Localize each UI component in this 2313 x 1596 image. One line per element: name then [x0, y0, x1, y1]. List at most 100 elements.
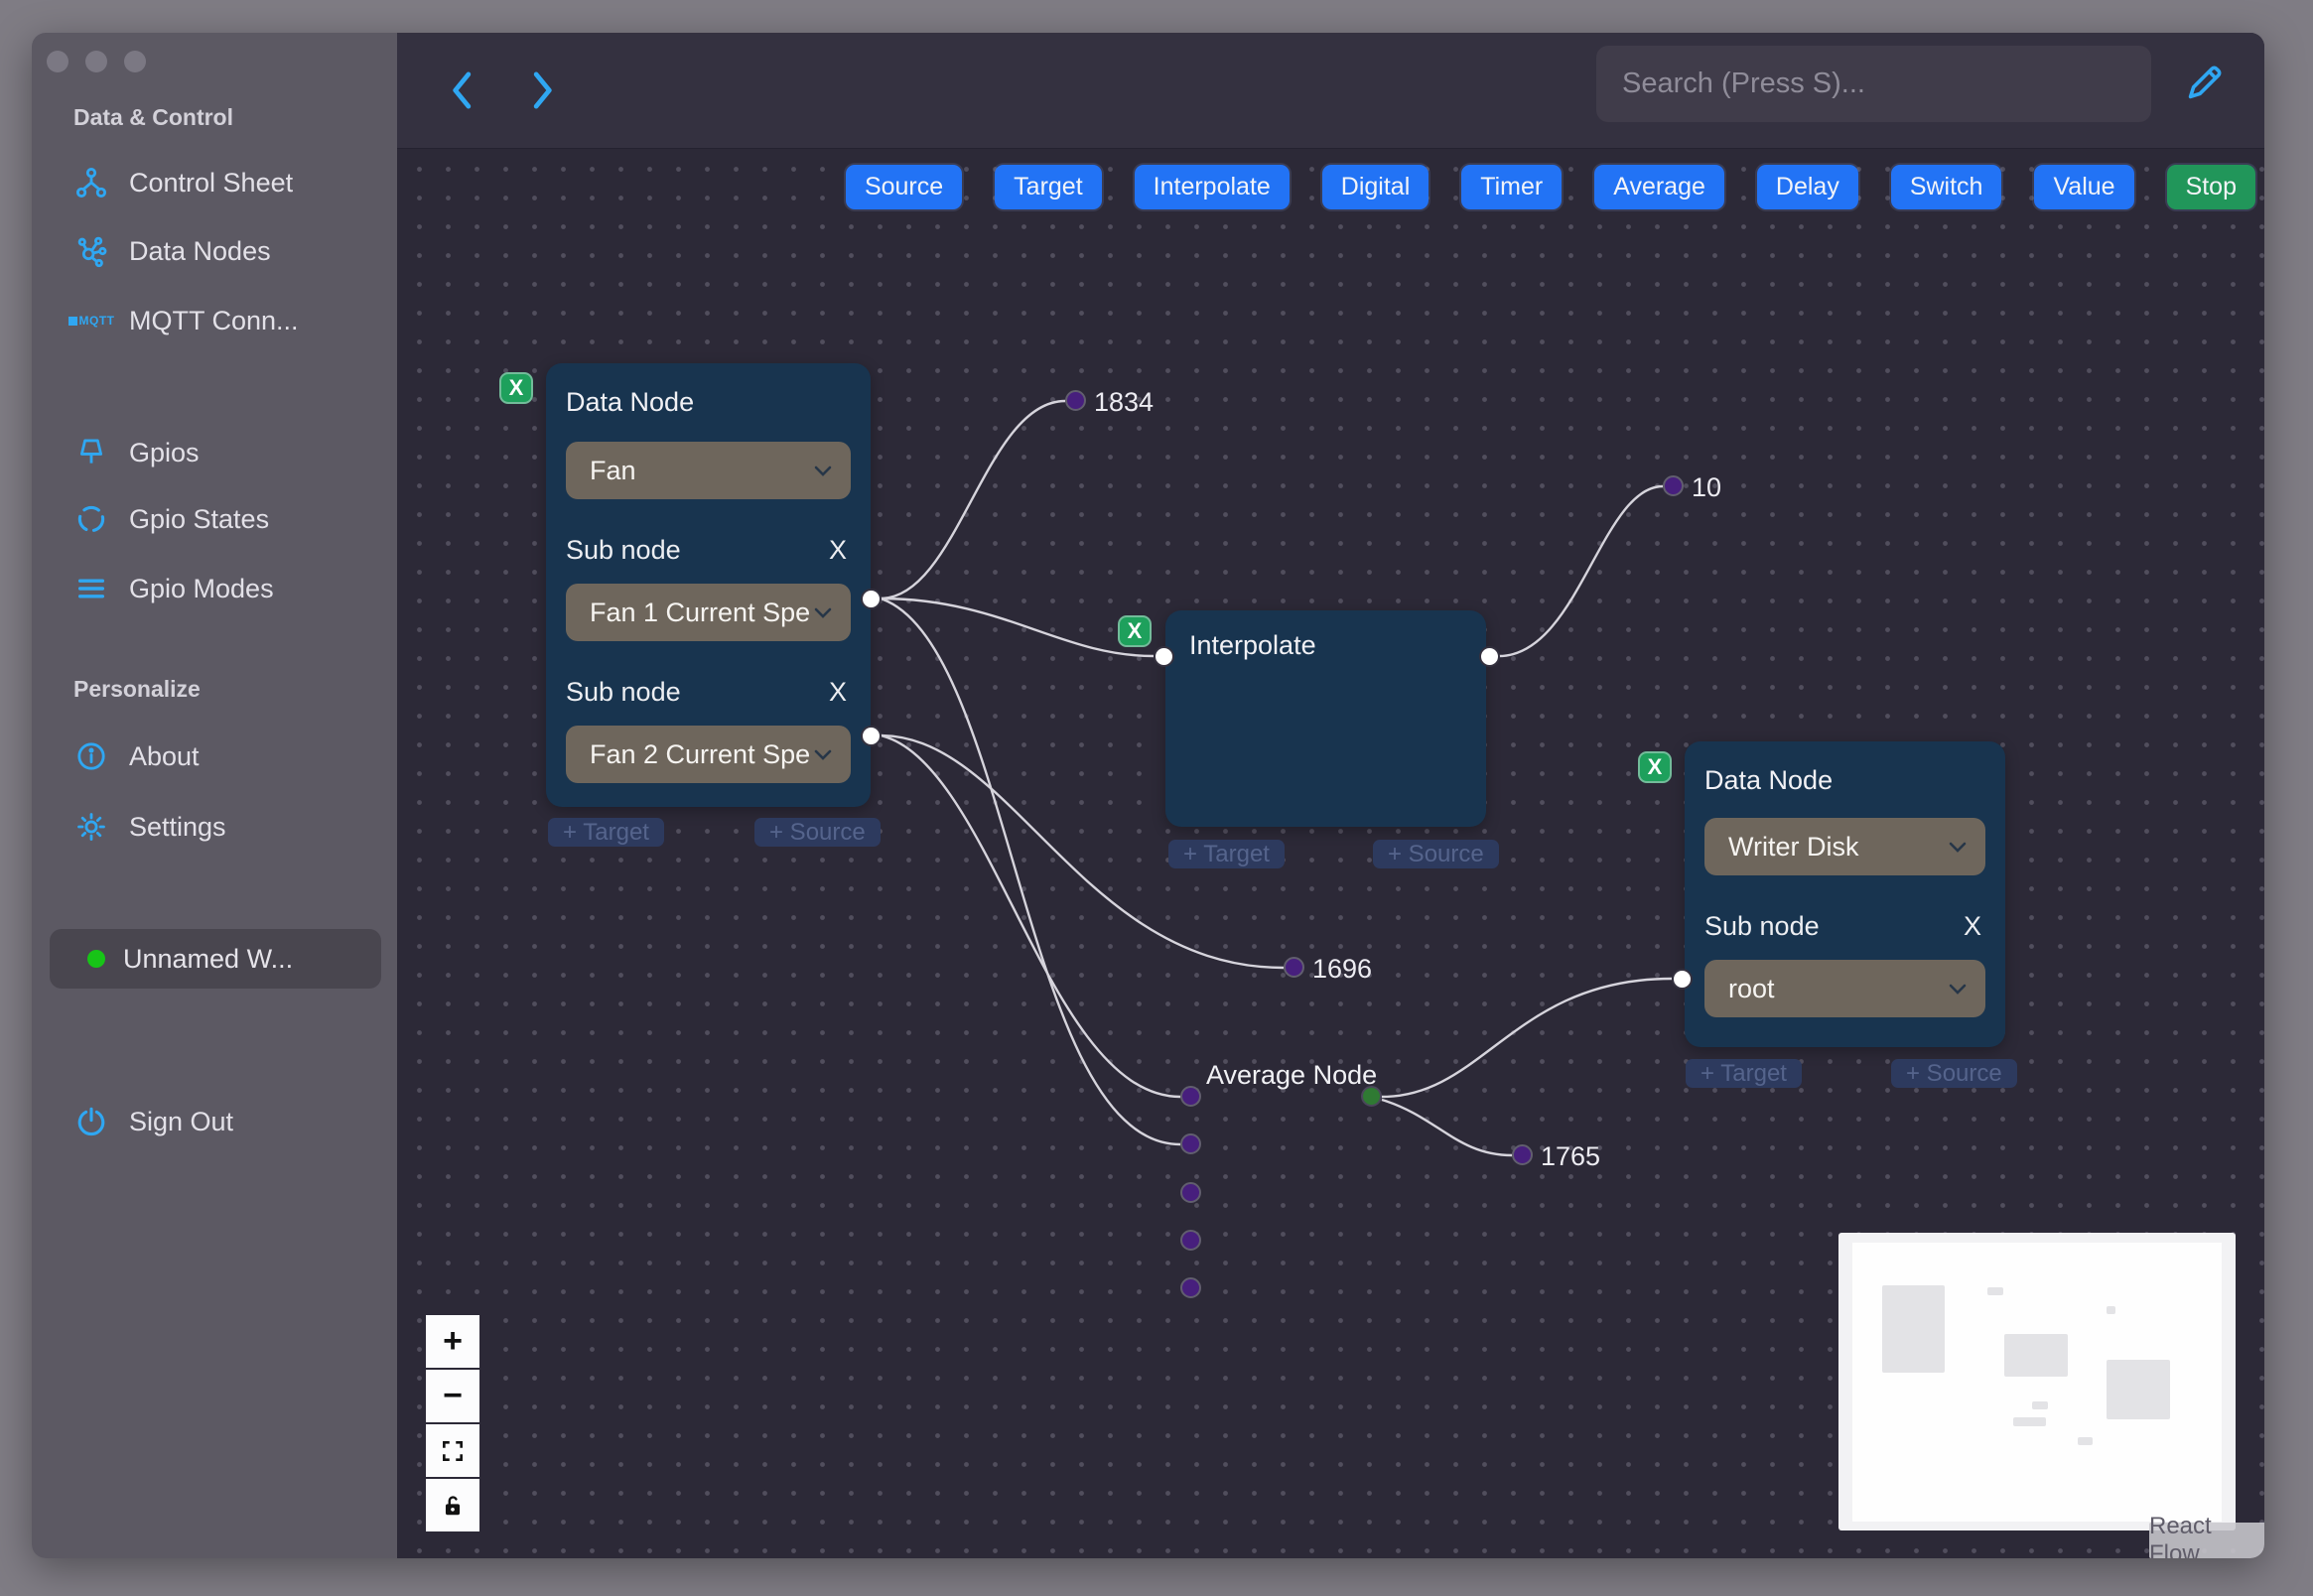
device-select[interactable]: Writer Disk — [1704, 818, 1985, 875]
palette-button-stop[interactable]: Stop — [2166, 165, 2255, 209]
add-target-button[interactable]: + Target — [1168, 840, 1285, 868]
palette-button-interpolate[interactable]: Interpolate — [1134, 165, 1290, 209]
subnode-row: Sub node X — [566, 677, 851, 708]
sidebar-item-label: Gpio States — [129, 503, 270, 534]
control-sheet-icon — [73, 165, 109, 200]
maximize-window-icon[interactable] — [124, 51, 146, 72]
source-handle[interactable] — [861, 589, 882, 609]
delete-node-button[interactable]: X — [1118, 615, 1152, 647]
average-target-handle[interactable] — [1180, 1086, 1201, 1107]
sidebar-item-data-nodes[interactable]: Data Nodes — [62, 229, 383, 273]
node-title: Interpolate — [1189, 630, 1316, 660]
edge-value-dot[interactable] — [1663, 475, 1684, 496]
source-handle[interactable] — [861, 726, 882, 746]
target-handle[interactable] — [1154, 646, 1174, 667]
target-handle[interactable] — [1672, 969, 1693, 990]
subnode-label: Sub node — [566, 677, 681, 707]
average-target-handle[interactable] — [1180, 1277, 1201, 1298]
section-label-data-control: Data & Control — [73, 104, 233, 130]
minimize-window-icon[interactable] — [85, 51, 107, 72]
minimap[interactable] — [1838, 1233, 2236, 1530]
average-target-handle[interactable] — [1180, 1230, 1201, 1251]
zoom-in-button[interactable]: + — [426, 1315, 479, 1368]
minimap-node — [2004, 1334, 2068, 1377]
edge-value-label: 1696 — [1312, 954, 1373, 984]
fit-view-button[interactable] — [426, 1424, 479, 1477]
remove-subnode-button[interactable]: X — [825, 677, 851, 708]
edge-value-dot[interactable] — [1512, 1144, 1533, 1165]
add-source-button[interactable]: + Source — [754, 818, 881, 847]
subnode-row: Sub node X — [566, 535, 851, 566]
back-button[interactable] — [441, 68, 484, 112]
dashed-circle-icon — [73, 501, 109, 537]
subnode-select[interactable]: Fan 2 Current Spe — [566, 726, 851, 783]
device-select[interactable]: Fan — [566, 442, 851, 499]
device-select-value: Fan — [590, 455, 636, 485]
add-source-button[interactable]: + Source — [1891, 1059, 2017, 1088]
sidebar-item-workspace[interactable]: Unnamed W... — [50, 929, 381, 989]
forward-button[interactable] — [520, 68, 564, 112]
chevron-down-icon — [1949, 984, 1967, 995]
palette-button-average[interactable]: Average — [1594, 165, 1724, 209]
subnode-select-value: Fan 1 Current Spe — [590, 597, 811, 627]
react-flow-attribution[interactable]: React Flow — [2149, 1513, 2264, 1558]
palette-button-timer[interactable]: Timer — [1461, 165, 1563, 209]
palette-button-switch[interactable]: Switch — [1890, 165, 2002, 209]
search-input[interactable] — [1596, 46, 2151, 122]
palette-button-target[interactable]: Target — [995, 165, 1102, 209]
minimap-node — [2013, 1417, 2046, 1426]
edge-value-label: 1765 — [1541, 1141, 1601, 1171]
add-target-button[interactable]: + Target — [1686, 1059, 1802, 1088]
source-handle[interactable] — [1479, 646, 1500, 667]
sidebar-item-gpio-modes[interactable]: Gpio Modes — [62, 567, 383, 610]
sidebar-item-label: Data Nodes — [129, 235, 271, 266]
minimap-node — [1882, 1285, 1945, 1373]
lock-button[interactable] — [426, 1479, 479, 1531]
average-node-title: Average Node — [1206, 1060, 1378, 1090]
subnode-select[interactable]: root — [1704, 960, 1985, 1017]
average-target-handle[interactable] — [1180, 1133, 1201, 1154]
average-source-handle[interactable] — [1361, 1086, 1382, 1107]
sidebar-item-label: Control Sheet — [129, 167, 294, 198]
data-node-fan[interactable]: Data Node Fan Sub node X Fan 1 Current S… — [546, 363, 871, 807]
palette-button-value[interactable]: Value — [2034, 165, 2134, 209]
data-node-writer-disk[interactable]: Data Node Writer Disk Sub node X root — [1685, 741, 2005, 1047]
edge-value-dot[interactable] — [1284, 957, 1304, 978]
palette-button-digital[interactable]: Digital — [1321, 165, 1429, 209]
zoom-out-button[interactable]: − — [426, 1370, 479, 1422]
palette-button-source[interactable]: Source — [845, 165, 963, 209]
sidebar-item-sign-out[interactable]: Sign Out — [62, 1100, 383, 1143]
window-controls[interactable] — [47, 51, 146, 72]
workspace-status-dot — [87, 950, 105, 968]
sidebar-item-gpios[interactable]: Gpios — [62, 431, 383, 474]
interpolate-node[interactable]: Interpolate — [1165, 610, 1486, 827]
close-window-icon[interactable] — [47, 51, 68, 72]
palette-button-delay[interactable]: Delay — [1756, 165, 1858, 209]
node-title: Data Node — [1704, 765, 1834, 795]
subnode-select[interactable]: Fan 1 Current Spe — [566, 584, 851, 641]
info-icon — [73, 738, 109, 774]
subnode-select-value: Fan 2 Current Spe — [590, 738, 811, 769]
sidebar-item-gpio-states[interactable]: Gpio States — [62, 497, 383, 541]
delete-node-button[interactable]: X — [1638, 751, 1672, 783]
sidebar-item-settings[interactable]: Settings — [62, 805, 383, 849]
add-target-button[interactable]: + Target — [548, 818, 664, 847]
sidebar-item-control-sheet[interactable]: Control Sheet — [62, 161, 383, 204]
remove-subnode-button[interactable]: X — [1960, 911, 1985, 942]
edge-value-label: 10 — [1692, 472, 1722, 502]
node-palette-toolbar: Source Target Interpolate Digital Timer … — [845, 165, 2255, 209]
edit-pencil-icon[interactable] — [2178, 53, 2230, 114]
minimap-node — [2078, 1437, 2093, 1445]
average-target-handle[interactable] — [1180, 1182, 1201, 1203]
delete-node-button[interactable]: X — [499, 372, 533, 404]
fit-view-icon — [443, 1440, 463, 1461]
edge-value-dot[interactable] — [1065, 390, 1086, 411]
add-source-button[interactable]: + Source — [1373, 840, 1499, 868]
lines-icon — [73, 571, 109, 606]
sidebar-item-label: About — [129, 740, 200, 771]
remove-subnode-button[interactable]: X — [825, 535, 851, 566]
sidebar-item-mqtt[interactable]: MQTT MQTT Conn... — [62, 299, 383, 342]
sidebar-item-label: Gpios — [129, 437, 200, 467]
minimap-node — [2107, 1360, 2170, 1419]
sidebar-item-about[interactable]: About — [62, 734, 383, 778]
